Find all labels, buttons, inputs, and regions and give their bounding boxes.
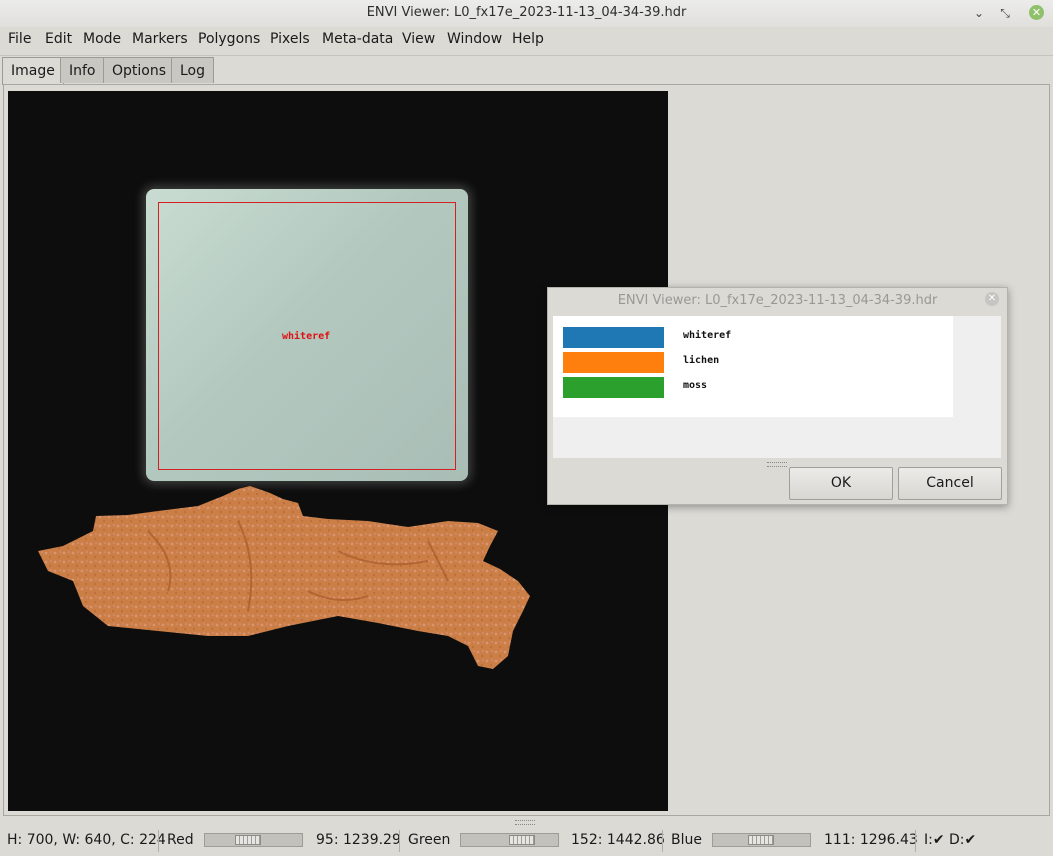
title-bar: ENVI Viewer: L0_fx17e_2023-11-13_04-34-3… (0, 0, 1053, 28)
green-band-slider[interactable] (460, 833, 559, 847)
menu-bar: File Edit Mode Markers Polygons Pixels M… (0, 27, 1053, 56)
tab-image[interactable]: Image (2, 57, 64, 85)
menu-pixels[interactable]: Pixels (270, 31, 310, 47)
menu-polygons[interactable]: Polygons (198, 31, 260, 47)
separator (915, 830, 916, 852)
menu-markers[interactable]: Markers (132, 31, 188, 47)
menu-window[interactable]: Window (447, 31, 502, 47)
menu-view[interactable]: View (402, 31, 435, 47)
slider-thumb[interactable] (235, 835, 261, 845)
splitter-grip[interactable] (515, 820, 535, 825)
resize-grip[interactable] (767, 462, 787, 467)
class-row-whiteref[interactable]: whiteref (563, 327, 943, 349)
menu-file[interactable]: File (8, 31, 31, 47)
color-swatch (563, 327, 664, 348)
separator (158, 830, 159, 852)
slider-thumb[interactable] (748, 835, 774, 845)
blue-band-label: Blue (671, 832, 702, 848)
green-band-value: 152: 1442.86 (571, 832, 665, 848)
ok-button[interactable]: OK (789, 467, 893, 500)
green-band-label: Green (408, 832, 451, 848)
close-icon[interactable]: ✕ (1029, 5, 1044, 20)
red-band-label: Red (167, 832, 194, 848)
red-band-value: 95: 1239.29 (316, 832, 401, 848)
separator (399, 830, 400, 852)
class-legend-dialog: ENVI Viewer: L0_fx17e_2023-11-13_04-34-3… (547, 287, 1008, 505)
status-flags: I:✔ D:✔ (924, 832, 977, 848)
class-label: whiteref (683, 330, 732, 341)
tab-options[interactable]: Options (103, 57, 176, 83)
dialog-title: ENVI Viewer: L0_fx17e_2023-11-13_04-34-3… (617, 293, 938, 308)
cancel-button[interactable]: Cancel (898, 467, 1002, 500)
color-swatch (563, 352, 664, 373)
blue-band-value: 111: 1296.43 (824, 832, 918, 848)
window-title: ENVI Viewer: L0_fx17e_2023-11-13_04-34-3… (366, 5, 687, 20)
minimize-icon[interactable]: ⌄ (970, 4, 988, 22)
menu-meta-data[interactable]: Meta-data (322, 31, 393, 47)
color-swatch (563, 377, 664, 398)
image-dimensions: H: 700, W: 640, C: 224 (7, 832, 166, 848)
separator (662, 830, 663, 852)
menu-mode[interactable]: Mode (83, 31, 121, 47)
tab-log[interactable]: Log (171, 57, 215, 83)
menu-help[interactable]: Help (512, 31, 544, 47)
class-label: moss (683, 380, 708, 391)
red-band-slider[interactable] (204, 833, 303, 847)
tab-bar: Image Info Options Log (0, 57, 1053, 85)
status-bar: H: 700, W: 640, C: 224 Red 95: 1239.29 G… (0, 826, 1053, 856)
class-row-moss[interactable]: moss (563, 377, 943, 399)
slider-thumb[interactable] (509, 835, 535, 845)
class-row-lichen[interactable]: lichen (563, 352, 943, 374)
menu-edit[interactable]: Edit (45, 31, 72, 47)
tab-info[interactable]: Info (60, 57, 105, 83)
close-icon[interactable]: ✕ (985, 292, 999, 306)
restore-icon[interactable]: ⤡ (996, 4, 1014, 22)
blue-band-slider[interactable] (712, 833, 811, 847)
class-label: lichen (683, 355, 720, 366)
class-list-content: whiteref lichen moss (553, 316, 953, 417)
class-list: whiteref lichen moss (553, 316, 1001, 458)
